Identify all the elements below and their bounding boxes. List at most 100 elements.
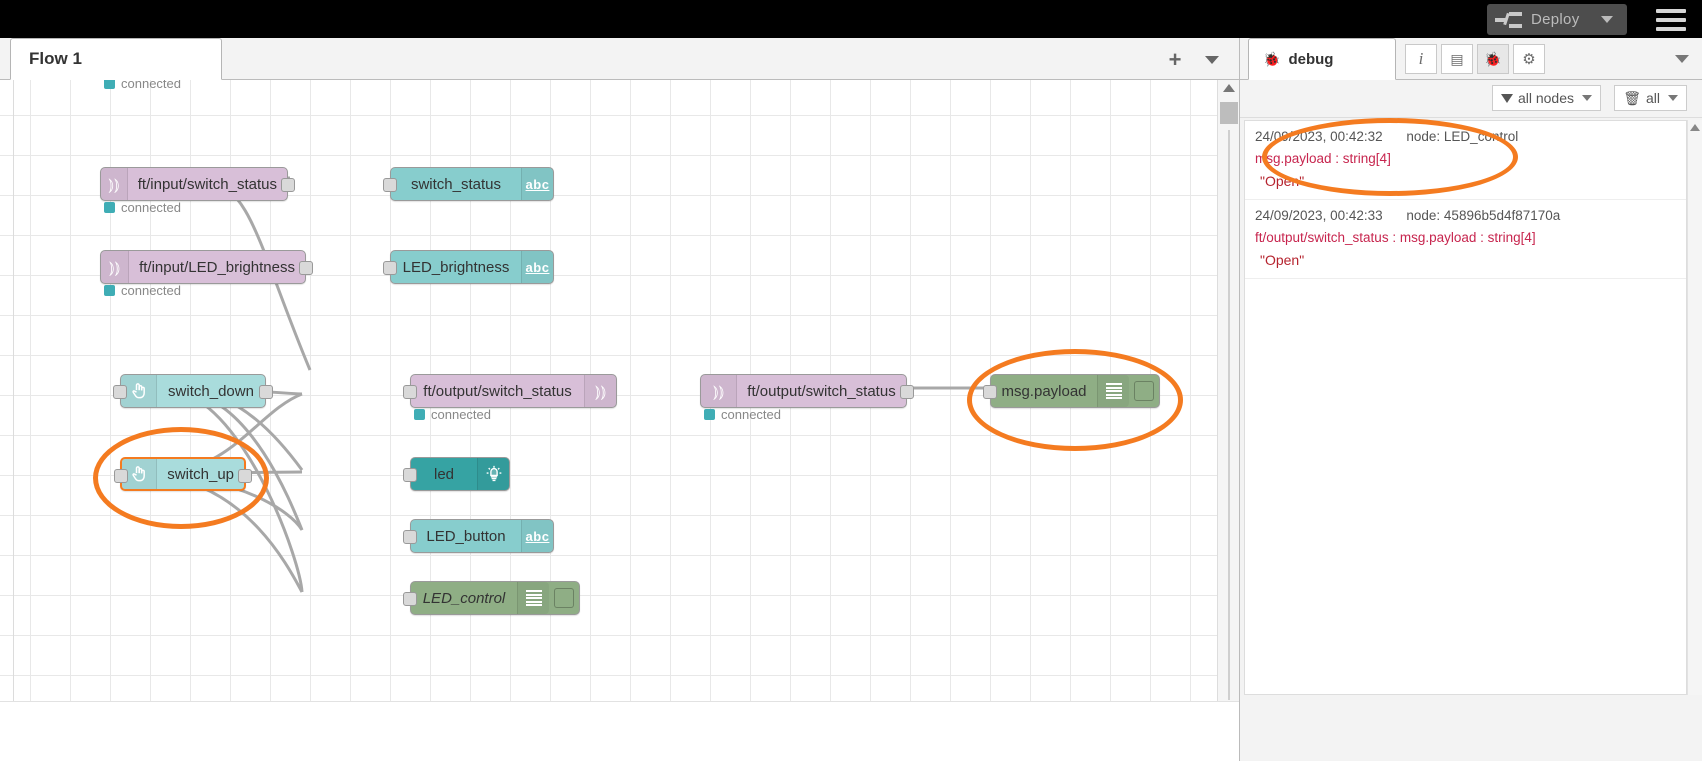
filter-nodes-label: all nodes bbox=[1517, 90, 1574, 106]
trash-icon: 🗑 bbox=[1623, 89, 1641, 106]
node-label: LED_button bbox=[426, 527, 506, 545]
help-book-button[interactable]: ▤ bbox=[1441, 44, 1473, 74]
status-dot-icon bbox=[104, 202, 115, 213]
status-label: connected bbox=[121, 283, 181, 298]
book-icon: ▤ bbox=[1450, 50, 1464, 67]
debug-message-header: 24/09/2023, 00:42:33 node: 45896b5d4f871… bbox=[1255, 208, 1676, 223]
node-switch-status[interactable]: switch_status abc bbox=[383, 167, 554, 201]
node-label: ft/input/LED_brightness bbox=[139, 258, 295, 276]
node-mqtt-in-led-brightness[interactable]: ⦆⦆ ft/input/LED_brightness bbox=[100, 250, 313, 284]
status-label: connected bbox=[721, 407, 781, 422]
bug-icon: 🐞 bbox=[1484, 50, 1502, 67]
node-label: led bbox=[433, 465, 455, 483]
node-status-connected: connected bbox=[704, 407, 781, 422]
node-mqtt-in-switch-status[interactable]: ⦆⦆ ft/input/switch_status bbox=[100, 167, 295, 201]
node-input-port[interactable] bbox=[403, 530, 417, 544]
scrollbar-track[interactable] bbox=[1228, 130, 1230, 700]
info-button[interactable]: i bbox=[1405, 44, 1437, 74]
status-dot-icon bbox=[104, 80, 115, 89]
gear-icon: ⚙ bbox=[1522, 51, 1536, 68]
hamburger-menu-icon[interactable] bbox=[1656, 9, 1686, 31]
debug-message-topic: ft/output/switch_status : msg.payload : … bbox=[1255, 230, 1536, 245]
filter-nodes-dropdown[interactable]: all nodes bbox=[1491, 85, 1601, 111]
tab-flow-1-label: Flow 1 bbox=[29, 49, 82, 68]
abc-icon: abc bbox=[521, 520, 553, 552]
mqtt-icon: ⦆⦆ bbox=[701, 375, 737, 407]
flow-tab-bar: Flow 1 + bbox=[0, 38, 1239, 80]
node-status-connected: connected bbox=[104, 80, 181, 91]
deploy-button[interactable]: Deploy bbox=[1487, 4, 1627, 35]
canvas-vertical-scrollbar[interactable] bbox=[1217, 80, 1239, 701]
node-input-port[interactable] bbox=[403, 468, 417, 482]
node-label: switch_down bbox=[168, 382, 254, 400]
chevron-down-icon bbox=[1668, 95, 1678, 101]
scroll-up-icon[interactable] bbox=[1690, 124, 1700, 131]
debug-message-source: node: 45896b5d4f87170a bbox=[1406, 208, 1561, 223]
node-input-port[interactable] bbox=[113, 385, 127, 399]
debug-list-scrollbar[interactable] bbox=[1687, 120, 1702, 695]
top-header-bar: Deploy bbox=[0, 0, 1702, 38]
chevron-down-icon bbox=[1582, 95, 1592, 101]
node-input-port[interactable] bbox=[383, 178, 397, 192]
node-mqtt-out-switch-status-right[interactable]: ⦆⦆ ft/output/switch_status bbox=[700, 374, 914, 408]
node-output-port[interactable] bbox=[259, 385, 273, 399]
annot-switch-up bbox=[93, 427, 269, 529]
node-status-connected: connected bbox=[414, 407, 491, 422]
node-label: LED_brightness bbox=[402, 258, 510, 276]
mqtt-icon: ⦆⦆ bbox=[101, 251, 130, 283]
debug-enable-toggle[interactable] bbox=[549, 588, 579, 608]
funnel-icon bbox=[1500, 93, 1513, 103]
debug-button[interactable]: 🐞 bbox=[1477, 44, 1509, 74]
mqtt-icon: ⦆⦆ bbox=[101, 168, 128, 200]
annot-msg-payload bbox=[967, 349, 1183, 451]
node-status-connected: connected bbox=[104, 283, 181, 298]
debug-message-row[interactable]: 24/09/2023, 00:42:33 node: 45896b5d4f871… bbox=[1245, 200, 1686, 279]
node-input-port[interactable] bbox=[403, 385, 417, 399]
node-mqtt-out-switch-status-left[interactable]: ft/output/switch_status ⦆⦆ bbox=[403, 374, 617, 408]
status-label: connected bbox=[121, 80, 181, 91]
annot-debug-msg bbox=[1262, 118, 1518, 196]
status-dot-icon bbox=[104, 285, 115, 296]
led-icon bbox=[477, 458, 509, 490]
debug-message-list[interactable]: 24/09/2023, 00:42:32 node: LED_control m… bbox=[1244, 120, 1687, 695]
node-label: switch_status bbox=[410, 175, 502, 193]
node-switch-down[interactable]: switch_down bbox=[113, 374, 273, 408]
node-output-port[interactable] bbox=[900, 385, 914, 399]
node-status-connected: connected bbox=[104, 200, 181, 215]
add-flow-button[interactable]: + bbox=[1165, 49, 1185, 71]
node-led-control-debug[interactable]: LED_control bbox=[403, 581, 580, 615]
tab-flow-1[interactable]: Flow 1 bbox=[10, 38, 222, 80]
debug-message-value: "Open" bbox=[1260, 252, 1305, 268]
deploy-button-label: Deploy bbox=[1531, 11, 1580, 28]
node-output-port[interactable] bbox=[281, 178, 295, 192]
canvas-bottom-strip bbox=[0, 701, 1239, 761]
sidebar-tab-row: 🐞 debug i ▤ 🐞 ⚙ bbox=[1240, 38, 1702, 80]
tab-debug[interactable]: 🐞 debug bbox=[1248, 38, 1396, 80]
node-output-port[interactable] bbox=[299, 261, 313, 275]
settings-button[interactable]: ⚙ bbox=[1513, 44, 1545, 74]
tab-debug-label: debug bbox=[1288, 50, 1334, 68]
node-input-port[interactable] bbox=[383, 261, 397, 275]
status-label: connected bbox=[121, 200, 181, 215]
scroll-up-icon[interactable] bbox=[1223, 84, 1235, 92]
status-dot-icon bbox=[704, 409, 715, 420]
node-label: ft/output/switch_status bbox=[747, 382, 896, 400]
chevron-down-icon[interactable] bbox=[1675, 55, 1689, 63]
abc-icon: abc bbox=[521, 168, 553, 200]
node-input-port[interactable] bbox=[403, 592, 417, 606]
node-led-button[interactable]: LED_button abc bbox=[403, 519, 554, 553]
clear-messages-dropdown[interactable]: 🗑 all bbox=[1614, 85, 1687, 111]
chevron-down-icon[interactable] bbox=[1601, 16, 1613, 23]
debug-toolbar: all nodes 🗑 all bbox=[1240, 80, 1702, 118]
status-label: connected bbox=[431, 407, 491, 422]
abc-icon: abc bbox=[521, 251, 553, 283]
chevron-down-icon[interactable] bbox=[1205, 56, 1219, 64]
node-label: LED_control bbox=[422, 589, 506, 607]
node-label: ft/input/switch_status bbox=[137, 175, 277, 193]
node-label: ft/output/switch_status bbox=[423, 382, 572, 400]
node-led-brightness[interactable]: LED_brightness abc bbox=[383, 250, 554, 284]
mqtt-icon: ⦆⦆ bbox=[584, 375, 616, 407]
node-led[interactable]: led bbox=[403, 457, 510, 491]
clear-messages-label: all bbox=[1645, 90, 1660, 106]
scrollbar-thumb[interactable] bbox=[1220, 102, 1238, 124]
